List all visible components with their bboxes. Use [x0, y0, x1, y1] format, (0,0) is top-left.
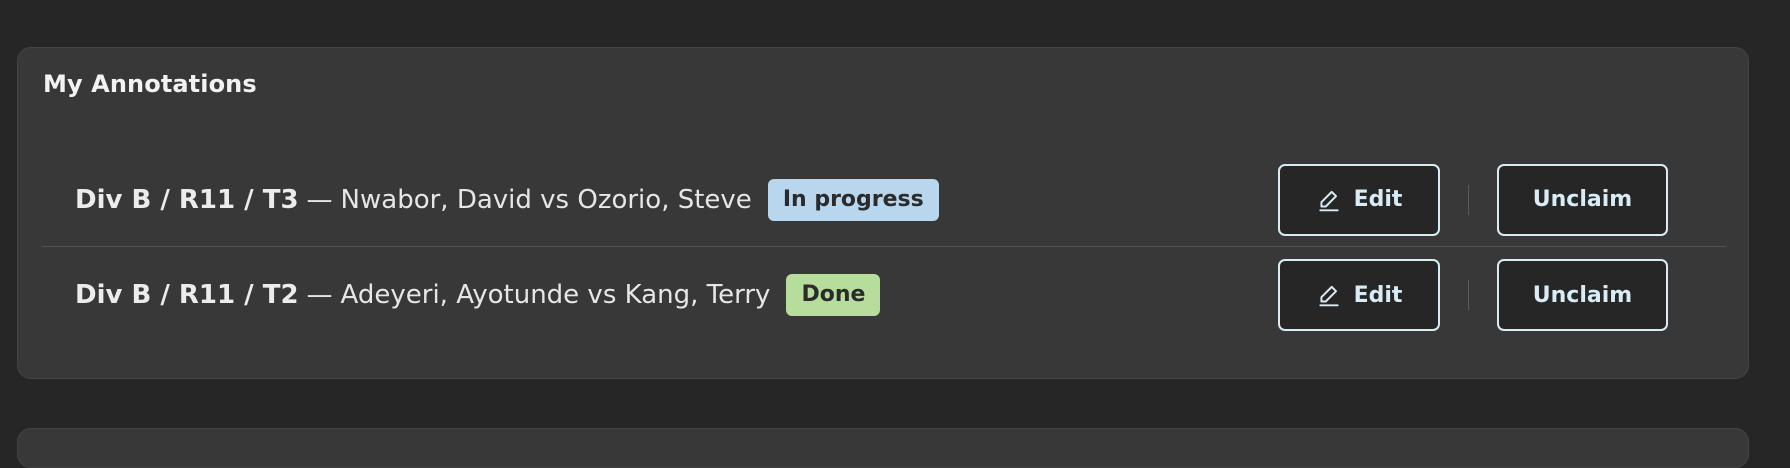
pencil-icon: [1316, 282, 1342, 308]
edit-button[interactable]: Edit: [1278, 163, 1440, 236]
section-title: My Annotations: [43, 70, 257, 98]
annotation-label: Div B / R11 / T2 — Adeyeri, Ayotunde vs …: [42, 274, 881, 316]
unclaim-button[interactable]: Unclaim: [1497, 163, 1668, 236]
annotation-players: Adeyeri, Ayotunde vs Kang, Terry: [340, 280, 771, 310]
annotation-row: Div B / R11 / T2 — Adeyeri, Ayotunde vs …: [42, 248, 1726, 342]
row-actions: Edit Unclaim: [1278, 163, 1668, 236]
actions-divider: [1468, 280, 1469, 310]
next-section-card: [17, 428, 1749, 468]
edit-button-label: Edit: [1353, 187, 1403, 212]
annotation-separator: —: [306, 280, 333, 310]
my-annotations-card: My Annotations Div B / R11 / T3 — Nwabor…: [17, 47, 1749, 379]
status-badge: In progress: [767, 178, 939, 221]
row-actions: Edit Unclaim: [1278, 259, 1668, 331]
annotation-id: Div B / R11 / T3: [75, 184, 299, 215]
edit-button-label: Edit: [1353, 282, 1403, 308]
annotation-players: Nwabor, David vs Ozorio, Steve: [340, 184, 752, 215]
pencil-icon: [1316, 187, 1342, 213]
actions-divider: [1468, 184, 1469, 215]
edit-button[interactable]: Edit: [1278, 259, 1440, 331]
annotation-id: Div B / R11 / T2: [75, 280, 299, 310]
status-badge: Done: [786, 274, 881, 316]
annotation-label: Div B / R11 / T3 — Nwabor, David vs Ozor…: [42, 178, 939, 221]
annotation-separator: —: [306, 184, 333, 215]
unclaim-button[interactable]: Unclaim: [1497, 259, 1668, 331]
annotation-row: Div B / R11 / T3 — Nwabor, David vs Ozor…: [42, 153, 1726, 247]
